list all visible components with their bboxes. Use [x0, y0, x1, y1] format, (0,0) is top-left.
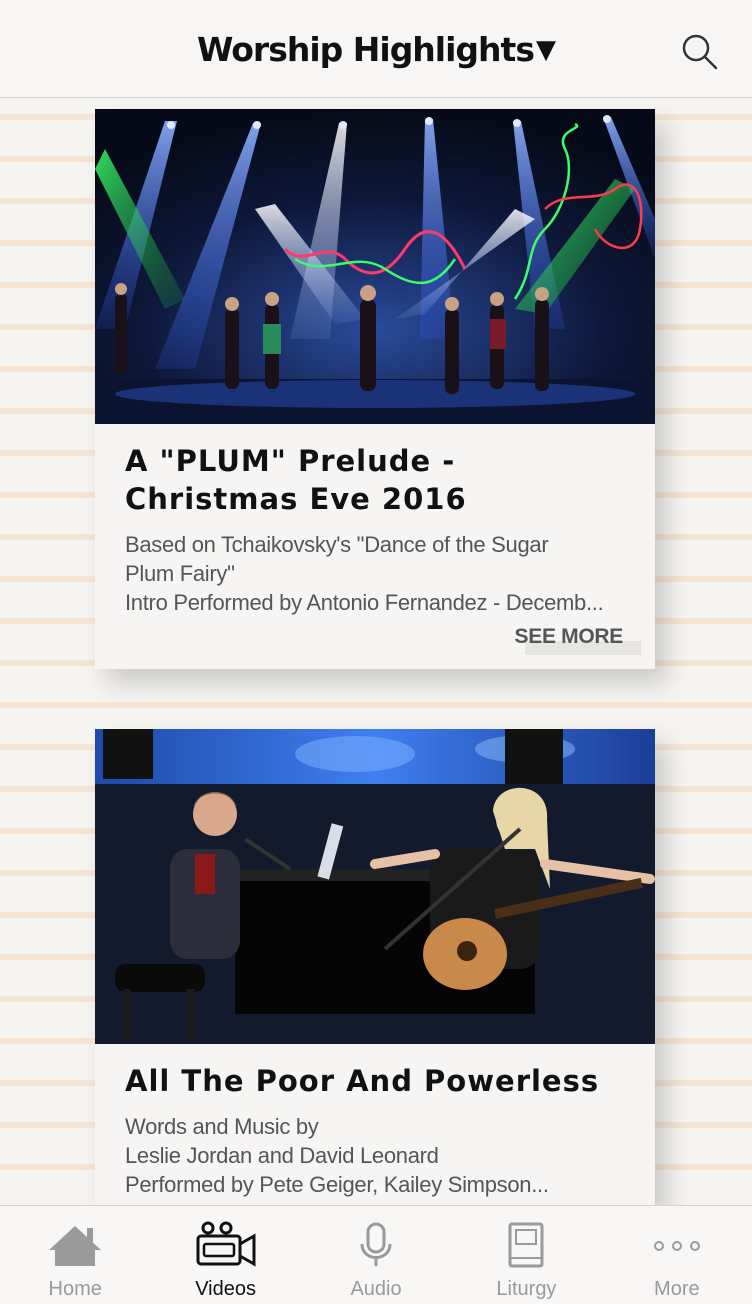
home-icon	[49, 1226, 102, 1266]
card-description-line: Plum Fairy"	[125, 561, 235, 586]
video-thumbnail[interactable]	[95, 109, 655, 424]
card-description-line: Leslie Jordan and David Leonard	[125, 1143, 439, 1168]
card-description: Words and Music by Leslie Jordan and Dav…	[125, 1112, 625, 1199]
card-title[interactable]: All The Poor And Powerless	[125, 1062, 625, 1100]
card-description-line: Words and Music by	[125, 1114, 319, 1139]
more-dots-icon	[653, 1241, 700, 1251]
card-description-line: Intro Performed by Antonio Fernandez - D…	[125, 590, 604, 615]
top-header: Worship Highlights▼	[0, 0, 752, 98]
video-card[interactable]: A "PLUM" Prelude - Christmas Eve 2016 Ba…	[95, 109, 655, 669]
card-description-line: Based on Tchaikovsky's "Dance of the Sug…	[125, 532, 549, 557]
card-title[interactable]: A "PLUM" Prelude - Christmas Eve 2016	[125, 442, 625, 518]
page-title: Worship Highlights	[197, 30, 535, 69]
card-title-line: All The Poor And Powerless	[125, 1064, 600, 1098]
tab-liturgy[interactable]: Liturgy	[451, 1206, 601, 1304]
tab-label: More	[654, 1278, 700, 1300]
tab-home[interactable]: Home	[0, 1206, 150, 1304]
microphone-icon	[360, 1222, 392, 1266]
dropdown-caret-icon: ▼	[535, 35, 556, 65]
card-title-line: A "PLUM" Prelude -	[125, 444, 456, 478]
video-camera-icon	[196, 1221, 256, 1267]
bottom-tab-bar: Home Videos Audio Liturgy More	[0, 1205, 752, 1304]
book-icon	[508, 1222, 544, 1268]
search-icon	[682, 34, 718, 70]
search-button[interactable]	[680, 32, 720, 72]
page-title-dropdown[interactable]: Worship Highlights▼	[0, 30, 752, 69]
card-description: Based on Tchaikovsky's "Dance of the Sug…	[125, 530, 625, 617]
tab-label: Liturgy	[496, 1278, 557, 1300]
tab-videos[interactable]: Videos	[150, 1206, 300, 1304]
video-card[interactable]: All The Poor And Powerless Words and Mus…	[95, 729, 655, 1209]
tab-label: Home	[48, 1278, 102, 1300]
tab-more[interactable]: More	[602, 1206, 752, 1304]
tab-audio[interactable]: Audio	[301, 1206, 451, 1304]
see-more-button[interactable]: SEE MORE	[515, 625, 624, 649]
video-thumbnail[interactable]	[95, 729, 655, 1044]
card-title-line: Christmas Eve 2016	[125, 482, 467, 516]
card-description-line: Performed by Pete Geiger, Kailey Simpson…	[125, 1172, 549, 1197]
tab-label: Videos	[195, 1278, 256, 1300]
tab-label: Audio	[350, 1278, 402, 1300]
